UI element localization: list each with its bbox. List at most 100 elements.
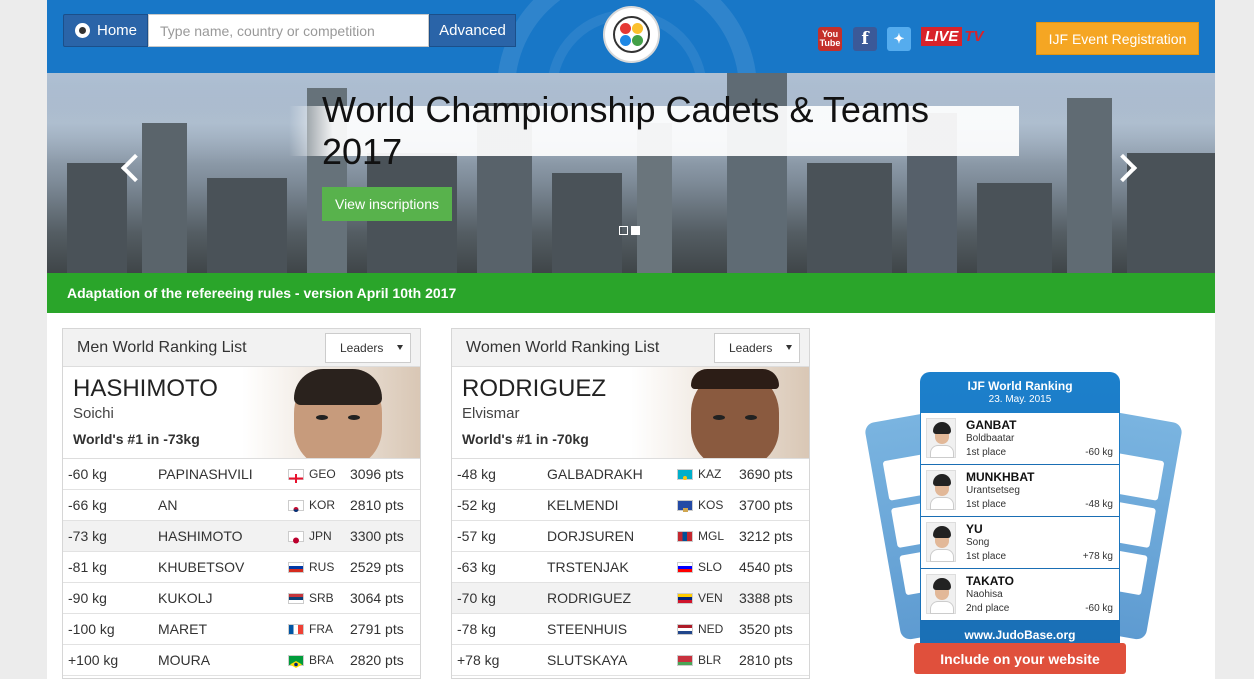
logo-red-segment [620,23,631,34]
table-row[interactable]: -90 kg KUKOLJ SRB 3064 pts [63,583,420,614]
men-leader-photo [242,367,420,458]
slide-dot[interactable] [619,226,628,235]
tv-label: TV [964,27,984,45]
view-inscriptions-button[interactable]: View inscriptions [322,187,452,221]
athlete-name[interactable]: GALBADRAKH [547,466,643,482]
men-ranking-panel: Men World Ranking List Leaders HASHIMOTO… [62,328,421,679]
ranking-points: 4540 pts [739,559,793,575]
athlete-name[interactable]: HASHIMOTO [158,528,243,544]
table-row[interactable]: -66 kg AN KOR 2810 pts [63,490,420,521]
table-row[interactable]: -70 kg RODRIGUEZ VEN 3388 pts [452,583,809,614]
chevron-down-icon [397,345,403,350]
women-panel-header: Women World Ranking List Leaders [452,329,809,367]
athlete-name[interactable]: TRSTENJAK [547,559,629,575]
athlete-name[interactable]: PAPINASHVILI [158,466,253,482]
ranking-widget-preview[interactable]: IJF World Ranking 23. May. 2015 GANBAT B… [920,372,1120,662]
table-row[interactable]: -78 kg STEENHUIS NED 3520 pts [452,614,809,645]
table-row[interactable]: -73 kg HASHIMOTO JPN 3300 pts [63,521,420,552]
men-leader-lastname: HASHIMOTO [73,375,218,402]
slide-dot-active[interactable] [631,226,640,235]
weight-class: -90 kg [68,590,107,606]
list-item: YU Song 1st place +78 kg [921,517,1119,569]
country-code: KOS [698,498,724,512]
twitter-icon[interactable]: ✦ [887,27,911,51]
athlete-name[interactable]: MOURA [158,652,210,668]
table-row[interactable]: -48 kg GALBADRAKH KAZ 3690 pts [452,459,809,490]
widget-list: GANBAT Boldbaatar 1st place -60 kg MUNKH… [921,413,1119,621]
widget-athlete-weight: -48 kg [1085,499,1113,510]
women-filter-value: Leaders [729,341,773,355]
widget-athlete-firstname: Song [966,537,990,548]
live-tv-link[interactable]: LIVE TV [921,26,984,46]
table-row[interactable]: -60 kg PAPINASHVILI GEO 3096 pts [63,459,420,490]
search-input[interactable] [148,14,429,47]
table-row[interactable]: -81 kg KHUBETSOV RUS 2529 pts [63,552,420,583]
banner-title: World Championship Cadets & Teams 2017 [289,89,1019,172]
table-row[interactable]: +78 kg SLUTSKAYA BLR 2810 pts [452,645,809,676]
athlete-eye [316,415,328,420]
ranking-points: 3700 pts [739,497,793,513]
athlete-hair [294,369,382,405]
women-leader-rank: World's #1 in -70kg [462,431,589,447]
news-text[interactable]: Adaptation of the refereeing rules - ver… [67,285,456,301]
avatar [926,470,956,510]
athlete-name[interactable]: MARET [158,621,207,637]
ijf-logo[interactable] [603,6,660,63]
ranking-points: 2810 pts [739,652,793,668]
table-row[interactable]: -57 kg DORJSUREN MGL 3212 pts [452,521,809,552]
logo-ring [613,16,650,53]
athlete-name[interactable]: KELMENDI [547,497,619,513]
flag-geo-icon [288,469,304,483]
country-code: MGL [698,529,725,543]
men-panel-title: Men World Ranking List [77,338,247,356]
women-leader-lastname: RODRIGUEZ [462,375,606,402]
weight-class: +100 kg [68,652,119,668]
table-row[interactable]: -63 kg TRSTENJAK SLO 4540 pts [452,552,809,583]
widget-athlete-firstname: Boldbaatar [966,433,1015,444]
women-leader-card[interactable]: RODRIGUEZ Elvismar World's #1 in -70kg [452,367,809,459]
banner-building [142,123,187,273]
country-code: BLR [698,653,722,667]
widget-athlete-lastname: YU [966,522,983,536]
athlete-face [294,369,382,458]
event-registration-button[interactable]: IJF Event Registration [1036,22,1199,55]
home-button[interactable]: Home [63,14,148,47]
flag-kor-icon [288,500,304,512]
flag-ned-icon [677,624,693,635]
slide-indicators [619,226,640,235]
men-leader-card[interactable]: HASHIMOTO Soichi World's #1 in -73kg [63,367,420,459]
country-code: GEO [309,467,336,481]
athlete-face [691,369,779,458]
athlete-name[interactable]: RODRIGUEZ [547,590,631,606]
include-widget-button[interactable]: Include on your website [914,643,1126,674]
country-code: KOR [309,498,336,512]
ranking-points: 3096 pts [350,466,404,482]
weight-class: -70 kg [457,590,496,606]
athlete-name[interactable]: SLUTSKAYA [547,652,627,668]
facebook-icon[interactable]: f [853,27,877,51]
ranking-points: 2810 pts [350,497,404,513]
table-row[interactable]: -52 kg KELMENDI KOS 3700 pts [452,490,809,521]
athlete-name[interactable]: AN [158,497,177,513]
flag-srb-icon [288,593,304,604]
athlete-name[interactable]: KHUBETSOV [158,559,244,575]
athlete-name[interactable]: STEENHUIS [547,621,627,637]
youtube-icon[interactable]: You Tube [818,27,842,51]
table-row[interactable]: -100 kg MARET FRA 2791 pts [63,614,420,645]
athlete-name[interactable]: KUKOLJ [158,590,212,606]
men-filter-select[interactable]: Leaders [325,333,411,363]
country-code: KAZ [698,467,722,481]
flag-mgl-icon [677,531,693,542]
women-filter-select[interactable]: Leaders [714,333,800,363]
news-ticker[interactable]: Adaptation of the refereeing rules - ver… [47,273,1215,313]
country-code: BRA [309,653,334,667]
widget-athlete-weight: -60 kg [1085,603,1113,614]
chevron-down-icon [786,345,792,350]
advanced-search-button[interactable]: Advanced [429,14,516,47]
table-row[interactable]: +100 kg MOURA BRA 2820 pts [63,645,420,676]
ranking-points: 3212 pts [739,528,793,544]
weight-class: -57 kg [457,528,496,544]
men-ranking-list: -60 kg PAPINASHVILI GEO 3096 pts -66 kg … [63,459,420,676]
athlete-name[interactable]: DORJSUREN [547,528,634,544]
list-item: TAKATO Naohisa 2nd place -60 kg [921,569,1119,621]
